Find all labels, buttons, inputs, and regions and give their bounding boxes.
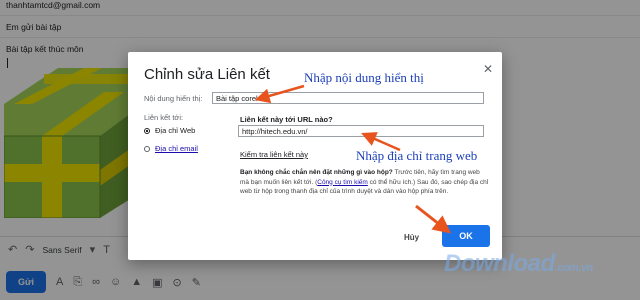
download-watermark-logo: Download.com.vn — [444, 250, 593, 278]
help-text: Bạn không chắc chắn nên đặt những gì vào… — [240, 168, 490, 197]
display-text-input[interactable]: Bài tập corel — [212, 92, 484, 104]
radio-web-address[interactable]: Địa chỉ Web — [144, 126, 195, 135]
radio-web-label: Địa chỉ Web — [155, 126, 196, 135]
cancel-button[interactable]: Hủy — [404, 233, 419, 242]
radio-selected-icon[interactable] — [144, 127, 150, 134]
link-to-label: Liên kết tới: — [144, 113, 184, 122]
url-question-label: Liên kết này tới URL nào? — [240, 115, 333, 124]
url-input[interactable]: http://hitech.edu.vn/ — [238, 125, 484, 137]
radio-unselected-icon[interactable] — [144, 145, 150, 152]
radio-email-address[interactable]: Địa chỉ email — [144, 144, 198, 153]
annotation-url: Nhập địa chỉ trang web — [356, 148, 478, 163]
radio-email-label: Địa chỉ email — [155, 144, 198, 153]
help-bold-text: Bạn không chắc chắn nên đặt những gì vào… — [240, 169, 393, 176]
annotation-display-text: Nhập nội dung hiển thị — [304, 70, 424, 85]
close-icon[interactable]: ✕ — [483, 62, 493, 76]
search-tool-link[interactable]: Công cụ tìm kiếm — [317, 179, 368, 186]
test-link[interactable]: Kiểm tra liên kết này — [240, 150, 308, 159]
dialog-title: Chỉnh sửa Liên kết — [144, 66, 270, 83]
display-text-label: Nội dung hiển thị: — [144, 94, 203, 103]
ok-button[interactable]: OK — [442, 225, 490, 247]
watermark-suffix: .com.vn — [554, 262, 594, 274]
watermark-text: Download — [444, 250, 555, 277]
